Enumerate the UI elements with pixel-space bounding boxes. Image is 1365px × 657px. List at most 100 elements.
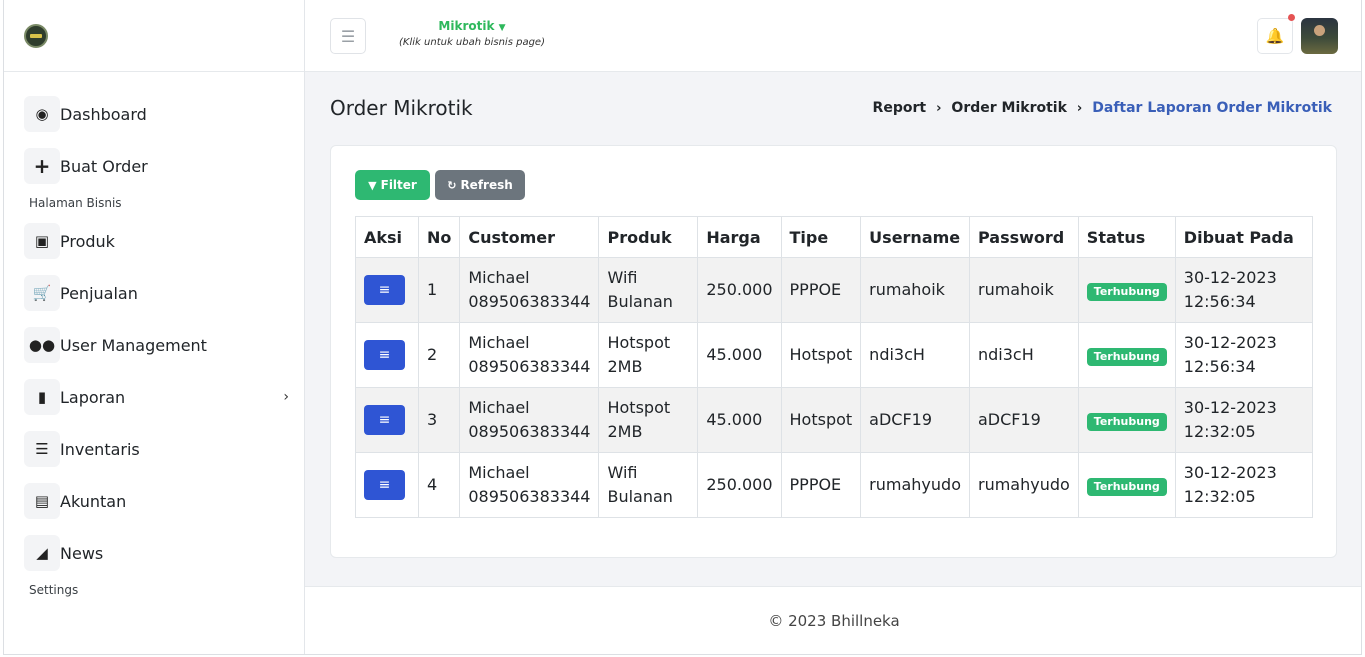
users-icon: ●● xyxy=(24,327,60,363)
sidebar-item-label: News xyxy=(60,543,104,563)
breadcrumb-report[interactable]: Report xyxy=(873,100,927,116)
cart-icon: 🛒 xyxy=(24,275,60,311)
cell-created: 30-12-2023 12:56:34 xyxy=(1174,322,1314,388)
page-footer: © 2023 Bhillneka xyxy=(305,586,1361,654)
cell-tipe: Hotspot xyxy=(780,322,862,388)
status-badge: Terhubung xyxy=(1086,478,1167,496)
created-date: 30-12-2023 xyxy=(1183,463,1277,482)
column-header: Tipe xyxy=(780,216,862,258)
sidebar-item-produk[interactable]: ▣ Produk xyxy=(24,223,289,259)
plus-icon: + xyxy=(24,148,60,184)
cell-created: 30-12-2023 12:32:05 xyxy=(1174,387,1314,453)
money-icon: ▤ xyxy=(24,483,60,519)
row-action-button[interactable]: ≡ xyxy=(364,470,405,500)
cell-password: rumahyudo xyxy=(968,452,1079,518)
cell-no: 1 xyxy=(417,257,461,323)
box-icon: ▣ xyxy=(24,223,60,259)
table-row: ≡ 3 Michael 089506383344 Hotspot 2MB 45.00… xyxy=(355,387,1314,453)
sidebar-item-user-management[interactable]: ●● User Management xyxy=(24,327,289,363)
row-action-button[interactable]: ≡ xyxy=(364,275,405,305)
business-switcher[interactable]: Mikrotik ▼ (Klik untuk ubah bisnis page) xyxy=(387,19,557,48)
produk-name: Hotspot xyxy=(607,398,671,417)
row-action-button[interactable]: ≡ xyxy=(364,405,405,435)
sidebar-item-label: Penjualan xyxy=(60,283,138,303)
brand-logo[interactable] xyxy=(24,23,48,48)
gauge-icon: ◉ xyxy=(24,96,60,132)
cell-no: 3 xyxy=(417,387,461,453)
user-avatar[interactable] xyxy=(1301,18,1338,54)
produk-variant: 2MB xyxy=(607,422,643,441)
filter-button[interactable]: ▼ Filter xyxy=(355,170,430,200)
report-card: ▼ Filter ↻ Refresh Aksi No Customer Prod… xyxy=(330,145,1337,558)
business-switch-hint: (Klik untuk ubah bisnis page) xyxy=(399,37,545,48)
cell-password: aDCF19 xyxy=(968,387,1079,453)
sidebar-section-heading: Halaman Bisnis xyxy=(29,196,122,210)
cell-harga: 45.000 xyxy=(697,387,782,453)
sidebar-item-inventaris[interactable]: ☰ Inventaris xyxy=(24,431,289,467)
business-name-label: Mikrotik xyxy=(438,19,495,33)
notification-button[interactable]: 🔔 xyxy=(1257,18,1293,54)
menu-lines-icon: ≡ xyxy=(378,477,391,493)
produk-name: Hotspot xyxy=(607,333,671,352)
cell-username: rumahoik xyxy=(860,257,970,323)
orders-table: Aksi No Customer Produk Harga Tipe Usern… xyxy=(355,216,1314,518)
cell-tipe: PPPOE xyxy=(780,257,862,323)
breadcrumb-current: Daftar Laporan Order Mikrotik xyxy=(1092,100,1332,116)
cell-produk: Wifi Bulanan xyxy=(598,452,699,518)
created-date: 30-12-2023 xyxy=(1183,398,1277,417)
created-date: 30-12-2023 xyxy=(1183,268,1277,287)
produk-variant: Bulanan xyxy=(607,292,673,311)
customer-phone: 089506383344 xyxy=(468,292,591,311)
table-row: ≡ 4 Michael 089506383344 Wifi Bulanan 250.… xyxy=(355,452,1314,518)
chevron-right-icon: › xyxy=(936,100,942,116)
column-header: No xyxy=(417,216,461,258)
filter-button-label: Filter xyxy=(380,178,417,192)
status-badge: Terhubung xyxy=(1086,283,1167,301)
sidebar-item-buat-order[interactable]: + Buat Order xyxy=(24,148,289,184)
caret-down-icon: ▼ xyxy=(498,23,506,33)
sidebar-item-akuntan[interactable]: ▤ Akuntan xyxy=(24,483,289,519)
created-time: 12:56:34 xyxy=(1183,292,1256,311)
main-content: Order Mikrotik Report › Order Mikrotik ›… xyxy=(305,72,1361,586)
bell-icon: 🔔 xyxy=(1265,27,1285,45)
row-action-button[interactable]: ≡ xyxy=(364,340,405,370)
chevron-right-icon: › xyxy=(283,389,289,405)
produk-name: Wifi xyxy=(607,268,638,287)
menu-lines-icon: ≡ xyxy=(378,282,391,298)
action-cell: ≡ xyxy=(355,452,419,518)
sidebar-item-penjualan[interactable]: 🛒 Penjualan xyxy=(24,275,289,311)
megaphone-icon: ◢ xyxy=(24,535,60,571)
sidebar-item-news[interactable]: ◢ News xyxy=(24,535,289,571)
created-date: 30-12-2023 xyxy=(1183,333,1277,352)
sidebar: ◉ Dashboard + Buat Order Halaman Bisnis … xyxy=(4,0,305,654)
customer-name: Michael xyxy=(468,463,530,482)
sidebar-item-dashboard[interactable]: ◉ Dashboard xyxy=(24,96,289,132)
status-badge: Terhubung xyxy=(1086,413,1167,431)
top-header: ☰ Mikrotik ▼ (Klik untuk ubah bisnis pag… xyxy=(305,0,1361,72)
action-cell: ≡ xyxy=(355,322,419,388)
filter-icon: ▼ xyxy=(368,178,377,192)
table-row: ≡ 2 Michael 089506383344 Hotspot 2MB 45.00… xyxy=(355,322,1314,388)
sidebar-brand xyxy=(4,0,304,72)
column-header: Harga xyxy=(697,216,782,258)
column-header: Aksi xyxy=(355,216,419,258)
refresh-button[interactable]: ↻ Refresh xyxy=(435,170,525,200)
sidebar-item-laporan[interactable]: ▮ Laporan › xyxy=(24,379,289,415)
sidebar-item-label: Dashboard xyxy=(60,104,147,124)
cell-status: Terhubung xyxy=(1077,387,1176,453)
copyright-text: © 2023 Bhillneka xyxy=(768,612,900,630)
cell-status: Terhubung xyxy=(1077,452,1176,518)
breadcrumb-order-mikrotik[interactable]: Order Mikrotik xyxy=(951,100,1066,116)
created-time: 12:56:34 xyxy=(1183,357,1256,376)
action-cell: ≡ xyxy=(355,257,419,323)
customer-name: Michael xyxy=(468,398,530,417)
customer-phone: 089506383344 xyxy=(468,422,591,441)
cell-created: 30-12-2023 12:32:05 xyxy=(1174,452,1314,518)
sidebar-item-label: User Management xyxy=(60,335,207,355)
produk-variant: Bulanan xyxy=(607,487,673,506)
menu-toggle-button[interactable]: ☰ xyxy=(330,18,366,54)
column-header: Username xyxy=(860,216,970,258)
sidebar-item-label: Laporan xyxy=(60,387,126,407)
page-title: Order Mikrotik xyxy=(330,96,473,120)
business-name[interactable]: Mikrotik ▼ xyxy=(387,19,557,33)
